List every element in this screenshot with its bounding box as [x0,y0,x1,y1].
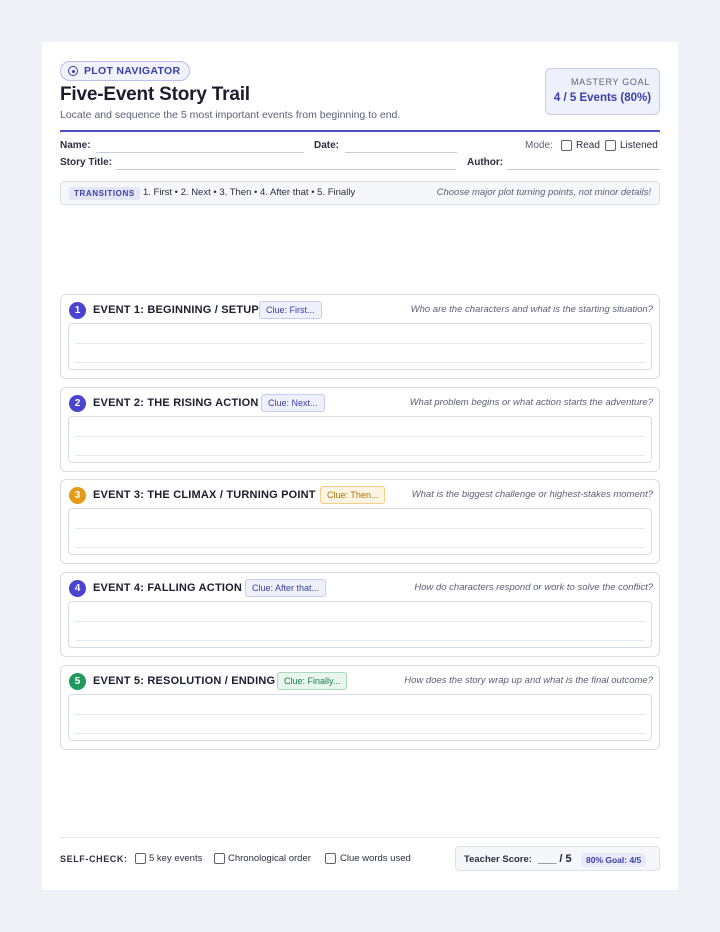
mode-label: Mode: [525,140,553,151]
mastery-goal-box: MASTERY GOAL 4 / 5 Events (80%) [545,68,660,115]
teacher-score-value: ___ / 5 [538,853,572,865]
name-label: Name: [60,140,91,151]
event-question: What problem begins or what action start… [409,397,653,408]
writing-line [75,621,645,622]
story-title-label: Story Title: [60,157,113,168]
date-label: Date: [314,140,340,151]
author-label: Author: [467,157,504,168]
event-answer-box[interactable] [68,323,652,370]
event-answer-box[interactable] [68,694,652,741]
check-clue-words-checkbox[interactable] [325,853,336,864]
page-subtitle: Locate and sequence the 5 most important… [60,109,401,121]
event-title: EVENT 3: THE CLIMAX / TURNING POINT [93,489,316,501]
clue-chip: Clue: Next... [261,394,325,412]
read-label: Read [576,140,600,151]
event-title: EVENT 5: RESOLUTION / ENDING [93,675,276,687]
clue-chip: Clue: Finally... [277,672,348,690]
author-field[interactable] [507,169,660,170]
clue-chip: Clue: First... [259,301,322,319]
writing-line [75,455,645,456]
transitions-tip: Choose major plot turning points, not mi… [436,187,651,198]
check-chronological-checkbox[interactable] [214,853,225,864]
page-title: Five-Event Story Trail [60,84,250,105]
transitions-bar: TRANSITIONS 1. First • 2. Next • 3. Then… [60,181,660,205]
writing-line [75,362,645,363]
date-field[interactable] [345,152,457,153]
story-title-field[interactable] [116,169,456,170]
event-question: Who are the characters and what is the s… [410,304,653,315]
event-card-5: 5 EVENT 5: RESOLUTION / ENDING Clue: Fin… [60,665,660,750]
event-number-badge: 4 [69,580,86,597]
writing-line [75,528,645,529]
event-answer-box[interactable] [68,416,652,463]
event-title: EVENT 1: BEGINNING / SETUP [93,304,259,316]
check-key-events-checkbox[interactable] [135,853,146,864]
event-card-3: 3 EVENT 3: THE CLIMAX / TURNING POINT Cl… [60,479,660,564]
event-number-badge: 1 [69,302,86,319]
event-title: EVENT 4: FALLING ACTION [93,582,243,594]
check-key-events-label: 5 key events [149,853,203,864]
clue-chip: Clue: After that... [245,579,327,597]
teacher-score-label: Teacher Score: [464,854,532,865]
check-clue-words-label: Clue words used [340,853,411,864]
footer-divider [60,837,660,838]
mastery-goal-value: 4 / 5 Events (80%) [553,92,652,104]
event-card-4: 4 EVENT 4: FALLING ACTION Clue: After th… [60,572,660,657]
event-answer-box[interactable] [68,508,652,555]
plot-navigator-badge: PLOT NAVIGATOR [60,61,191,81]
writing-line [75,436,645,437]
event-number-badge: 2 [69,395,86,412]
clue-chip: Clue: Then... [320,486,386,504]
event-question: What is the biggest challenge or highest… [411,489,653,500]
mastery-goal-label: MASTERY GOAL [570,77,651,87]
self-check-label: SELF-CHECK: [60,854,128,864]
check-chronological-label: Chronological order [228,853,311,864]
event-answer-box[interactable] [68,601,652,648]
score-goal-chip: 80% Goal: 4/5 [581,853,647,867]
writing-line [75,733,645,734]
name-field[interactable] [96,152,304,153]
event-title: EVENT 2: THE RISING ACTION [93,397,259,409]
badge-label: PLOT NAVIGATOR [84,65,181,77]
event-card-1: 1 EVENT 1: BEGINNING / SETUP Clue: First… [60,294,660,379]
listened-checkbox[interactable] [605,140,616,151]
event-question: How does the story wrap up and what is t… [404,675,653,686]
teacher-score-box: Teacher Score: ___ / 5 80% Goal: 4/5 [455,846,660,871]
worksheet-page: PLOT NAVIGATOR Five-Event Story Trail Lo… [42,42,678,890]
transitions-tag: TRANSITIONS [69,187,140,200]
transitions-sequence: 1. First • 2. Next • 3. Then • 4. After … [143,187,356,198]
writing-line [75,640,645,641]
writing-line [75,547,645,548]
event-card-2: 2 EVENT 2: THE RISING ACTION Clue: Next.… [60,387,660,472]
writing-line [75,714,645,715]
event-number-badge: 5 [69,673,86,690]
writing-line [75,343,645,344]
read-checkbox[interactable] [561,140,572,151]
listened-label: Listened [620,140,658,151]
event-question: How do characters respond or work to sol… [414,582,653,593]
event-number-badge: 3 [69,487,86,504]
header-divider [60,130,660,132]
compass-icon [68,66,78,76]
